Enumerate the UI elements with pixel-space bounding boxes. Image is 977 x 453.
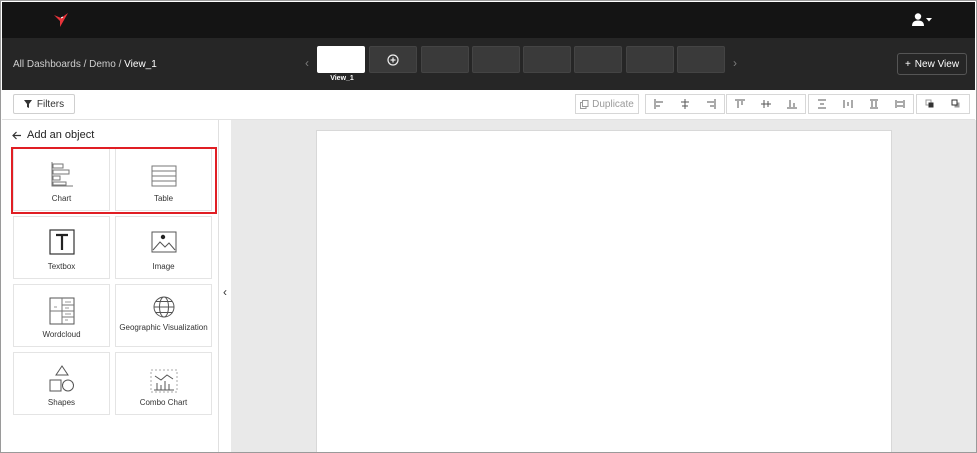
chevron-right-icon[interactable]: › — [733, 56, 737, 70]
new-view-label: New View — [914, 58, 960, 70]
align-bottom-button[interactable] — [779, 95, 805, 113]
toolbar: Filters Duplicate — [2, 90, 975, 120]
align-right-button[interactable] — [698, 95, 724, 113]
object-tile-combo-chart[interactable]: Combo Chart — [115, 352, 212, 415]
distribute-vertical-icon — [818, 99, 826, 109]
align-left-button[interactable] — [646, 95, 672, 113]
view-thumbnail-active[interactable] — [317, 46, 365, 73]
panel-header[interactable]: Add an object — [12, 129, 94, 141]
filter-icon — [23, 100, 32, 108]
object-label: Geographic Visualization — [119, 323, 208, 332]
add-view-thumbnail[interactable] — [369, 46, 417, 73]
align-right-icon — [707, 99, 716, 109]
view-thumbnail-slot[interactable] — [677, 46, 725, 73]
align-middle-button[interactable] — [753, 95, 779, 113]
align-bottom-icon — [787, 100, 797, 109]
copy-icon — [580, 99, 589, 109]
align-center-button[interactable] — [672, 95, 698, 113]
align-middle-icon — [761, 100, 771, 108]
bring-to-front-icon — [925, 99, 934, 108]
object-label: Shapes — [47, 398, 76, 407]
dashboard-workspace — [231, 120, 976, 452]
chevron-left-icon[interactable]: ‹ — [305, 56, 309, 70]
object-label: Image — [152, 262, 175, 271]
layer-order-group — [916, 94, 970, 114]
active-view-label: View_1 — [330, 75, 354, 82]
object-tile-geographic-visualization[interactable]: Geographic Visualization — [115, 284, 212, 347]
bring-to-front-button[interactable] — [917, 95, 943, 113]
distribute-vertical-button[interactable] — [809, 95, 835, 113]
view-thumbnail-slot[interactable] — [574, 46, 622, 73]
distribute-horizontal-button[interactable] — [835, 95, 861, 113]
distribute-horizontal-icon — [843, 100, 853, 108]
view-thumbnail-slot[interactable] — [472, 46, 520, 73]
align-top-button[interactable] — [727, 95, 753, 113]
wordcloud-icon — [49, 297, 74, 325]
distribute-group — [808, 94, 914, 114]
view-nav-bar: All Dashboards / Demo / View_1 ‹ › View_… — [2, 38, 975, 90]
top-bar — [2, 2, 975, 38]
filters-label: Filters — [36, 98, 65, 110]
hummingbird-logo-icon[interactable] — [52, 11, 70, 29]
object-label: Textbox — [47, 262, 76, 271]
match-width-icon — [895, 100, 905, 108]
breadcrumb: All Dashboards / Demo / View_1 — [13, 59, 157, 70]
align-center-icon — [681, 99, 689, 109]
image-icon — [151, 231, 176, 253]
vertical-align-group — [726, 94, 806, 114]
arrow-left-icon[interactable] — [12, 131, 22, 140]
object-tile-textbox[interactable]: Textbox — [13, 216, 110, 279]
align-left-icon — [654, 99, 663, 109]
collapse-panel-chevron-icon[interactable]: ‹ — [220, 284, 230, 300]
object-tile-shapes[interactable]: Shapes — [13, 352, 110, 415]
textbox-icon — [48, 229, 75, 255]
view-thumbnail-slot[interactable] — [626, 46, 674, 73]
duplicate-label: Duplicate — [592, 98, 634, 110]
horizontal-align-group — [645, 94, 725, 114]
filters-button[interactable]: Filters — [13, 94, 75, 114]
plus-circle-icon — [387, 53, 399, 66]
match-height-icon — [870, 99, 878, 109]
object-tile-image[interactable]: Image — [115, 216, 212, 279]
object-label: Wordcloud — [42, 330, 81, 339]
send-to-back-button[interactable] — [943, 95, 969, 113]
view-thumbnail-slot[interactable] — [421, 46, 469, 73]
app-window: All Dashboards / Demo / View_1 ‹ › View_… — [0, 0, 977, 453]
match-height-button[interactable] — [861, 95, 887, 113]
align-top-icon — [735, 99, 745, 108]
highlight-annotation — [11, 147, 217, 214]
view-thumbnail-slot[interactable] — [523, 46, 571, 73]
combo-chart-icon — [150, 369, 177, 393]
panel-title: Add an object — [27, 129, 95, 141]
shapes-icon — [49, 365, 74, 392]
user-menu-icon[interactable] — [911, 12, 935, 28]
plus-icon: + — [904, 58, 911, 70]
dashboard-canvas[interactable] — [316, 130, 892, 452]
new-view-button[interactable]: + New View — [897, 53, 967, 75]
globe-icon — [153, 296, 174, 318]
object-label: Combo Chart — [139, 398, 188, 407]
duplicate-button[interactable]: Duplicate — [575, 94, 639, 114]
object-tile-wordcloud[interactable]: Wordcloud — [13, 284, 110, 347]
match-width-button[interactable] — [887, 95, 913, 113]
breadcrumb-current: View_1 — [124, 59, 157, 70]
breadcrumb-path[interactable]: All Dashboards / Demo / — [13, 59, 124, 70]
send-to-back-icon — [951, 99, 960, 108]
